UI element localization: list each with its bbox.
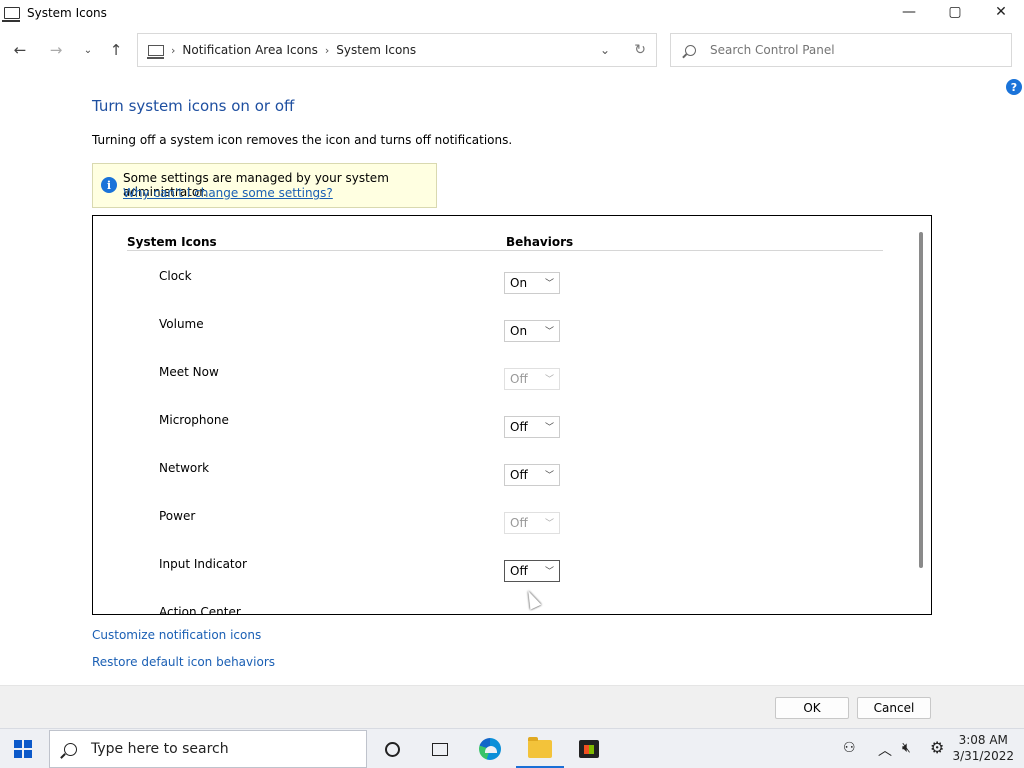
select-value: Off	[510, 468, 528, 482]
column-header-system-icons: System Icons	[127, 235, 217, 249]
window-title: System Icons	[27, 6, 107, 20]
select-value: Off	[510, 372, 528, 386]
show-hidden-icons-chevron-icon[interactable]: ︿	[878, 740, 892, 760]
vertical-scrollbar[interactable]	[919, 232, 923, 568]
search-icon	[685, 44, 696, 56]
select-value: On	[510, 276, 528, 290]
breadcrumb-system-icons[interactable]: System Icons	[336, 43, 416, 57]
settings-gear-icon[interactable]: ⚙	[930, 738, 944, 757]
chevron-down-icon: ﹀	[544, 423, 554, 433]
help-icon[interactable]: ?	[1006, 79, 1022, 95]
select-value: Off	[510, 564, 528, 578]
clock-date: 3/31/2022	[952, 749, 1014, 763]
maximize-button[interactable]: ▢	[932, 0, 978, 24]
volume-muted-icon[interactable]: 🔇︎	[902, 740, 911, 756]
select-value: Off	[510, 516, 528, 530]
behavior-select-network[interactable]: Off ﹀	[504, 464, 560, 486]
row-label-meet-now: Meet Now	[159, 365, 219, 379]
navigation-bar: ← → ⌄ ↑ › Notification Area Icons › Syst…	[0, 33, 1024, 67]
row-label-network: Network	[159, 461, 210, 475]
chevron-down-icon: ﹀	[544, 567, 554, 577]
row-label-volume: Volume	[159, 317, 204, 331]
search-box[interactable]	[670, 33, 1012, 67]
row-label-clock: Clock	[159, 269, 192, 283]
chevron-down-icon: ﹀	[544, 327, 554, 337]
title-bar: System Icons — ▢ ✕	[0, 0, 1024, 26]
up-arrow-icon[interactable]: ↑	[104, 33, 128, 67]
taskbar-clock[interactable]: 3:08 AM 3/31/2022	[952, 732, 1014, 764]
behavior-select-input-indicator[interactable]: Off ﹀	[504, 560, 560, 582]
behavior-select-volume[interactable]: On ﹀	[504, 320, 560, 342]
column-header-behaviors: Behaviors	[506, 235, 574, 249]
behavior-select-microphone[interactable]: Off ﹀	[504, 416, 560, 438]
behavior-select-power: Off ﹀	[504, 512, 560, 534]
admin-notice: i Some settings are managed by your syst…	[92, 163, 437, 208]
behavior-select-clock[interactable]: On ﹀	[504, 272, 560, 294]
recent-locations-chevron-icon[interactable]: ⌄	[76, 33, 100, 67]
breadcrumb-notification-area-icons[interactable]: Notification Area Icons	[182, 43, 317, 57]
taskbar: Type here to search ⚇ ︿ 🔇︎ ⚙ 3:08 AM 3/3…	[0, 728, 1024, 768]
chevron-down-icon: ﹀	[544, 471, 554, 481]
row-label-power: Power	[159, 509, 196, 523]
windows-start-icon[interactable]	[14, 740, 32, 758]
select-value: Off	[510, 420, 528, 434]
forward-arrow-icon[interactable]: →	[44, 33, 68, 67]
taskbar-search-box[interactable]: Type here to search	[49, 730, 367, 768]
breadcrumb-separator-icon: ›	[171, 43, 176, 57]
cancel-button[interactable]: Cancel	[857, 697, 931, 719]
search-icon	[64, 742, 77, 756]
page-title: Turn system icons on or off	[92, 97, 295, 115]
behavior-select-meet-now: Off ﹀	[504, 368, 560, 390]
back-arrow-icon[interactable]: ←	[8, 33, 32, 67]
row-label-microphone: Microphone	[159, 413, 229, 427]
dialog-button-bar: OK Cancel	[0, 685, 1024, 731]
chevron-down-icon: ﹀	[544, 279, 554, 289]
breadcrumb-separator-icon: ›	[324, 43, 330, 57]
clock-time: 3:08 AM	[958, 733, 1008, 747]
task-view-icon[interactable]	[428, 737, 452, 761]
row-label-action-center: Action Center	[159, 605, 241, 615]
customize-notification-icons-link[interactable]: Customize notification icons	[92, 628, 261, 642]
control-panel-icon	[2, 7, 20, 22]
taskbar-search-placeholder: Type here to search	[91, 741, 229, 757]
address-dropdown-chevron-icon[interactable]: ⌄	[600, 43, 610, 57]
header-divider	[127, 250, 883, 251]
page-description: Turning off a system icon removes the ic…	[92, 133, 513, 147]
chevron-down-icon: ﹀	[544, 375, 554, 385]
restore-default-behaviors-link[interactable]: Restore default icon behaviors	[92, 655, 275, 669]
search-input[interactable]	[710, 43, 990, 57]
cortana-icon[interactable]	[380, 737, 404, 761]
people-icon[interactable]: ⚇	[843, 740, 856, 756]
row-label-input-indicator: Input Indicator	[159, 557, 247, 571]
refresh-icon[interactable]: ↻	[634, 42, 646, 58]
chevron-down-icon: ﹀	[544, 519, 554, 529]
microsoft-store-icon[interactable]	[577, 737, 601, 761]
info-icon: i	[101, 177, 117, 193]
minimize-button[interactable]: —	[886, 0, 932, 24]
edge-browser-icon[interactable]	[478, 737, 502, 761]
computer-icon	[147, 44, 164, 59]
close-button[interactable]: ✕	[978, 0, 1024, 24]
why-cant-change-link[interactable]: Why can't I change some settings?	[123, 186, 333, 200]
window-controls: — ▢ ✕	[886, 0, 1024, 26]
address-bar[interactable]: › Notification Area Icons › System Icons…	[137, 33, 657, 67]
ok-button[interactable]: OK	[775, 697, 849, 719]
system-icons-list: System Icons Behaviors Clock On ﹀ Volume …	[92, 215, 932, 615]
select-value: On	[510, 324, 528, 338]
file-explorer-icon[interactable]	[528, 737, 552, 761]
